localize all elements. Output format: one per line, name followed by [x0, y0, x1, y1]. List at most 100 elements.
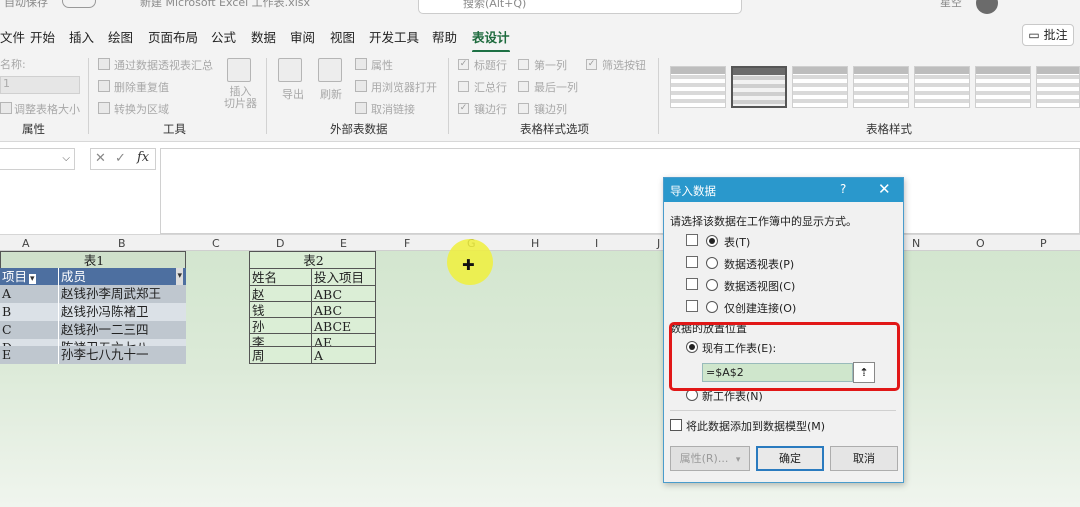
table-name-input[interactable]: 1 [0, 76, 80, 94]
tab-insert[interactable]: 插入 [69, 27, 94, 46]
table-cell[interactable]: 孙李七八九十一 [58, 346, 186, 364]
tab-home[interactable]: 开始 [30, 27, 55, 46]
option-table-label[interactable]: 表(T) [724, 234, 750, 250]
column-header[interactable]: F [404, 237, 410, 250]
table-cell[interactable]: A [0, 285, 58, 303]
table2-header-project[interactable]: 投入项目 [311, 268, 376, 286]
insert-slicer-button[interactable]: 插入 切片器 [224, 86, 257, 110]
table1-header-project[interactable]: 项目 ▾ [0, 268, 58, 286]
table-style-thumb[interactable] [914, 66, 970, 108]
table-style-thumb[interactable] [670, 66, 726, 108]
summarize-pivot-button[interactable]: 通过数据透视表汇总 [114, 57, 213, 73]
header-label: 项目 [2, 269, 28, 284]
browser-icon [355, 80, 367, 92]
column-header[interactable]: E [340, 237, 347, 250]
column-header[interactable]: D [276, 237, 284, 250]
filter-button-checkbox[interactable]: ✓ [586, 59, 597, 70]
tab-page-layout[interactable]: 页面布局 [148, 27, 198, 46]
export-button[interactable]: 导出 [282, 86, 304, 102]
data-model-checkbox[interactable] [670, 419, 682, 431]
export-icon [278, 58, 302, 82]
column-header[interactable]: J [657, 237, 660, 250]
column-header[interactable]: I [595, 237, 598, 250]
banded-rows-label: 镶边行 [474, 103, 507, 116]
radio-pivot-table[interactable] [706, 257, 718, 269]
comment-icon: ▭ [1028, 28, 1040, 42]
last-column-checkbox[interactable] [518, 81, 529, 92]
column-headers: A B C D E F G H I J N O P [0, 234, 1080, 251]
table-style-thumb[interactable] [1036, 66, 1080, 108]
option-pivot-table-label[interactable]: 数据透视表(P) [724, 256, 794, 272]
banded-rows-checkbox[interactable]: ✓ [458, 103, 469, 114]
cancel-icon[interactable]: ✕ [95, 151, 106, 166]
table-cell[interactable]: C [0, 321, 58, 339]
tab-draw[interactable]: 绘图 [108, 27, 133, 46]
ok-button[interactable]: 确定 [756, 446, 824, 471]
pivot-chart-icon [686, 278, 698, 290]
total-row-checkbox[interactable] [458, 81, 469, 92]
table1-header-members[interactable]: 成员 ▾ [58, 268, 186, 286]
unlink-button[interactable]: 取消链接 [371, 101, 415, 117]
table-cell[interactable]: B [0, 303, 58, 321]
tab-view[interactable]: 视图 [330, 27, 355, 46]
open-in-browser-button[interactable]: 用浏览器打开 [371, 79, 437, 95]
table-cell[interactable]: E [0, 346, 58, 364]
close-icon[interactable]: ✕ [878, 180, 891, 198]
filter-dropdown-icon[interactable]: ▾ [29, 274, 36, 284]
tab-file[interactable]: 文件 [0, 27, 25, 46]
radio-table[interactable] [706, 235, 718, 247]
search-box[interactable]: 搜索(Alt+Q) [418, 0, 742, 14]
column-header[interactable]: A [22, 237, 30, 250]
tab-review[interactable]: 审阅 [290, 27, 315, 46]
tab-developer[interactable]: 开发工具 [369, 27, 419, 46]
properties-button[interactable]: 属性(R)... ▾ [670, 446, 750, 471]
table-cell[interactable]: A [311, 346, 376, 364]
column-header[interactable]: O [976, 237, 985, 250]
first-column-checkbox[interactable] [518, 59, 529, 70]
filter-dropdown-icon[interactable]: ▾ [176, 268, 183, 285]
column-header[interactable]: P [1040, 237, 1047, 250]
table-style-thumb[interactable] [792, 66, 848, 108]
table-style-thumb-selected[interactable] [731, 66, 787, 108]
help-icon[interactable]: ? [840, 182, 846, 196]
external-properties-button[interactable]: 属性 [371, 57, 393, 73]
table2-header-name[interactable]: 姓名 [249, 268, 312, 286]
enter-icon[interactable]: ✓ [115, 151, 126, 166]
banded-columns-checkbox[interactable] [518, 103, 529, 114]
table-icon [686, 234, 698, 246]
header-row-checkbox[interactable]: ✓ [458, 59, 469, 70]
chevron-down-icon: ▾ [735, 455, 741, 465]
tab-data[interactable]: 数据 [251, 27, 276, 46]
tab-table-design[interactable]: 表设计 [472, 27, 510, 53]
name-box[interactable]: ⌵ [0, 148, 75, 170]
table-cell[interactable]: 周 [249, 346, 312, 364]
table-cell[interactable]: 赵钱孙李周武郑王 [58, 285, 186, 303]
autosave-toggle[interactable] [62, 0, 96, 8]
data-model-label[interactable]: 将此数据添加到数据模型(M) [686, 418, 825, 434]
table-style-thumb[interactable] [853, 66, 909, 108]
column-header[interactable]: B [118, 237, 126, 250]
cancel-button[interactable]: 取消 [830, 446, 898, 471]
avatar[interactable] [976, 0, 998, 14]
column-header[interactable]: H [531, 237, 539, 250]
remove-duplicates-button[interactable]: 删除重复值 [114, 79, 169, 95]
table-style-thumb[interactable] [975, 66, 1031, 108]
formula-input[interactable] [160, 148, 1080, 234]
table-cell[interactable]: 赵钱孙冯陈褚卫 [58, 303, 186, 321]
refresh-button[interactable]: 刷新 [320, 86, 342, 102]
column-header[interactable]: N [912, 237, 920, 250]
table2-title[interactable]: 表2 [249, 251, 376, 269]
table-cell[interactable]: 赵钱孙一二三四 [58, 321, 186, 339]
table1-title[interactable]: 表1 [0, 251, 186, 269]
convert-to-range-button[interactable]: 转换为区域 [114, 101, 169, 117]
radio-pivot-chart[interactable] [706, 279, 718, 291]
tab-formulas[interactable]: 公式 [211, 27, 236, 46]
radio-connection-only[interactable] [706, 301, 718, 313]
tab-help[interactable]: 帮助 [432, 27, 457, 46]
resize-table-button[interactable]: 调整表格大小 [14, 101, 80, 117]
column-header[interactable]: C [212, 237, 220, 250]
comment-button[interactable]: ▭ 批注 [1022, 24, 1074, 46]
fx-icon[interactable]: fx [137, 150, 149, 165]
option-pivot-chart-label[interactable]: 数据透视图(C) [724, 278, 795, 294]
option-connection-only-label[interactable]: 仅创建连接(O) [724, 300, 796, 316]
